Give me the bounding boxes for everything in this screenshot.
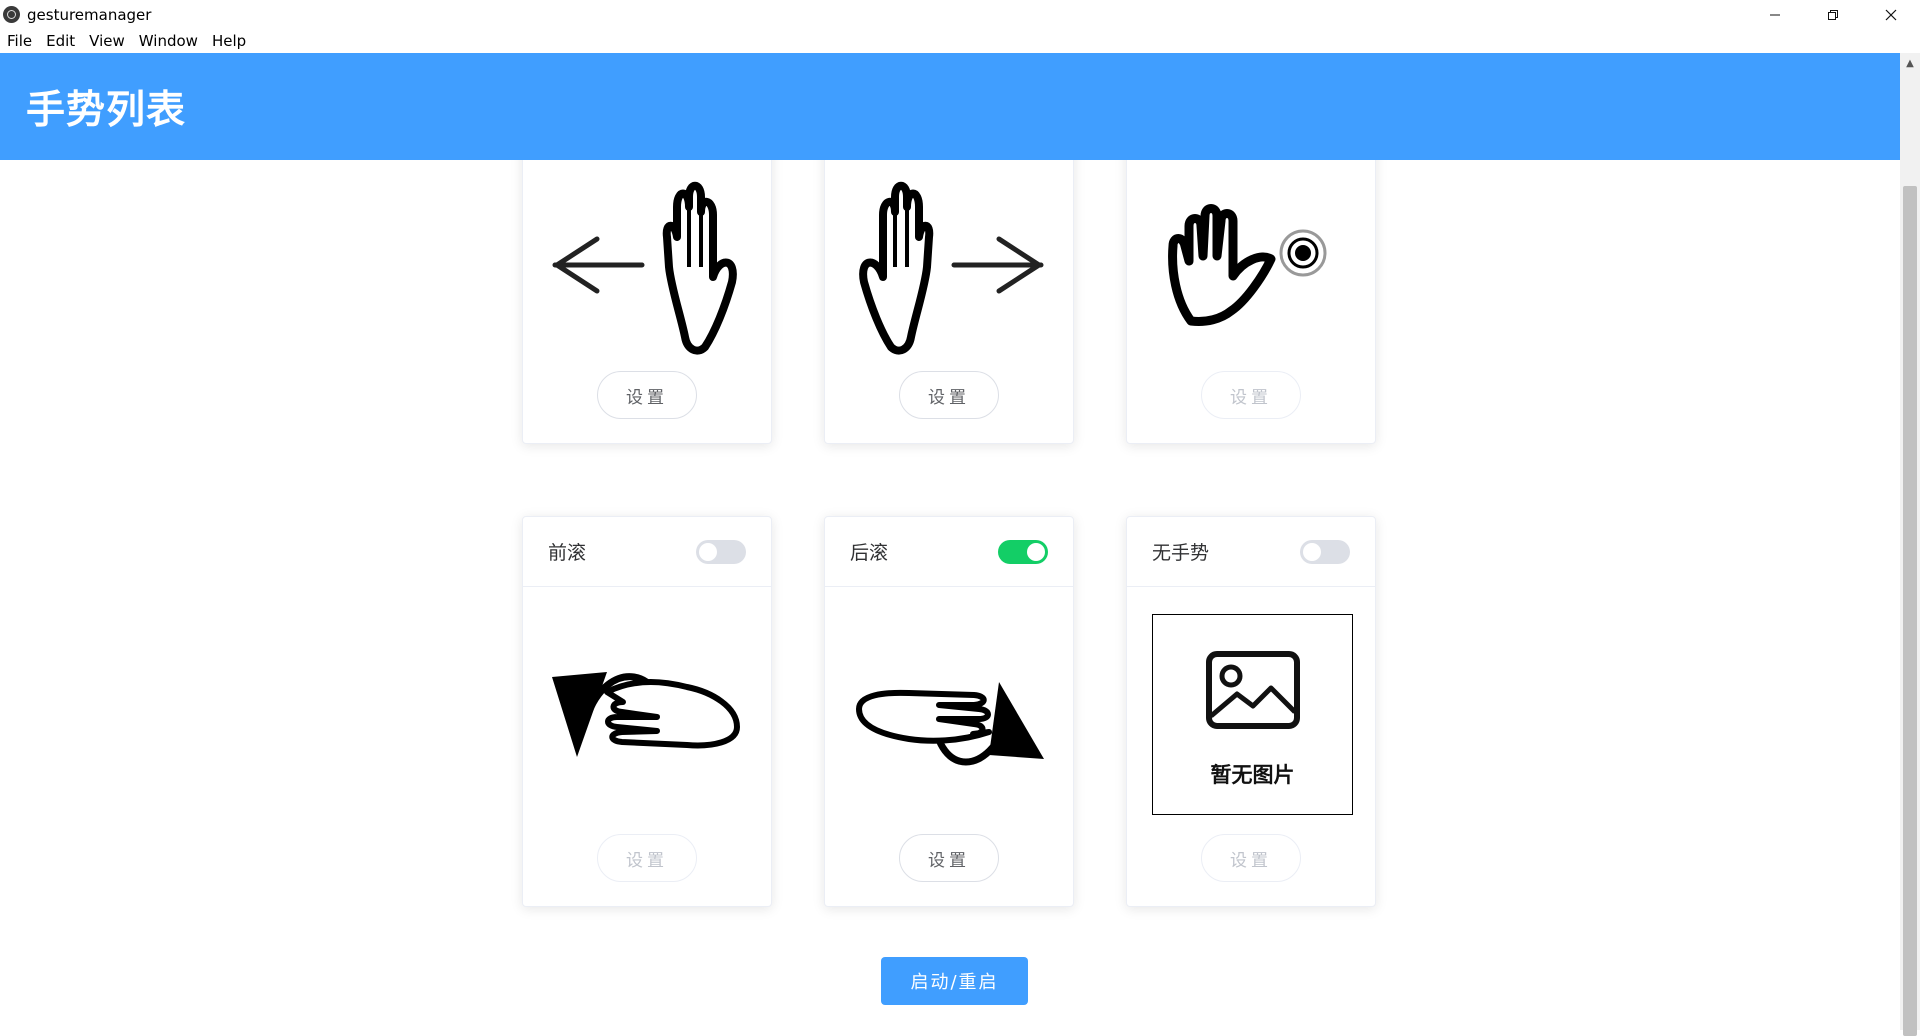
vertical-scrollbar[interactable]: ▲ — [1900, 53, 1920, 1036]
gesture-card-roll-backward: 后滚 设置 — [824, 516, 1074, 907]
no-image-text: 暂无图片 — [1210, 763, 1295, 787]
settings-button[interactable]: 设置 — [597, 834, 697, 882]
card-header: 无手势 — [1127, 517, 1375, 587]
enable-toggle[interactable] — [998, 539, 1048, 564]
gesture-card-roll-forward: 前滚 设置 — [522, 516, 772, 907]
app-icon — [3, 6, 20, 23]
settings-button[interactable]: 设置 — [899, 371, 999, 419]
gesture-card-wave: 设置 — [1126, 160, 1376, 444]
scroll-thumb[interactable] — [1903, 186, 1917, 1036]
title-bar: gesturemanager — [0, 0, 1920, 29]
gesture-label: 前滚 — [548, 542, 587, 564]
menu-bar: File Edit View Window Help — [0, 29, 1920, 53]
enable-toggle[interactable] — [1300, 539, 1350, 564]
start-restart-button[interactable]: 启动/重启 — [881, 957, 1028, 1005]
gesture-label: 后滚 — [850, 542, 889, 564]
card-header: 前滚 — [523, 517, 771, 587]
settings-button[interactable]: 设置 — [1201, 371, 1301, 419]
minimize-icon — [1770, 14, 1780, 15]
gesture-card-no-gesture: 无手势 暂无图片 设置 — [1126, 516, 1376, 907]
menu-edit[interactable]: Edit — [39, 32, 82, 50]
close-button[interactable] — [1862, 0, 1920, 29]
settings-button[interactable]: 设置 — [899, 834, 999, 882]
enable-toggle[interactable] — [696, 539, 746, 564]
menu-view[interactable]: View — [82, 32, 132, 50]
gesture-label: 无手势 — [1152, 542, 1210, 564]
page-title: 手势列表 — [26, 87, 187, 133]
card-header: 后滚 — [825, 517, 1073, 587]
minimize-button[interactable] — [1746, 0, 1804, 29]
no-image-icon — [1206, 651, 1300, 729]
settings-button[interactable]: 设置 — [1201, 834, 1301, 882]
scroll-up-arrow-icon[interactable]: ▲ — [1900, 53, 1920, 73]
menu-file[interactable]: File — [0, 32, 39, 50]
window-title: gesturemanager — [27, 5, 152, 24]
toggle-knob — [699, 542, 717, 561]
window-controls — [1746, 0, 1920, 29]
image-placeholder: 暂无图片 — [1152, 614, 1353, 815]
gesture-list: 设置 设置 设置 前滚 设置 后滚 设置 无手势 暂无图片 设置 启动/重启 — [0, 160, 1900, 1030]
gesture-card-swipe-right: 设置 — [824, 160, 1074, 444]
toggle-knob — [1027, 542, 1045, 561]
restore-button[interactable] — [1804, 0, 1862, 29]
menu-window[interactable]: Window — [132, 32, 205, 50]
menu-help[interactable]: Help — [205, 32, 253, 50]
toggle-knob — [1303, 542, 1321, 561]
wave-hand-icon — [1168, 204, 1327, 326]
gesture-card-swipe-left: 设置 — [522, 160, 772, 444]
swipe-left-hand-icon — [552, 181, 737, 355]
swipe-right-hand-icon — [859, 181, 1044, 355]
settings-button[interactable]: 设置 — [597, 371, 697, 419]
restore-icon — [1828, 9, 1838, 20]
roll-backward-hand-icon — [856, 682, 1044, 766]
roll-forward-hand-icon — [552, 672, 740, 757]
page-header: 手势列表 — [0, 53, 1900, 160]
close-icon — [1885, 9, 1897, 20]
